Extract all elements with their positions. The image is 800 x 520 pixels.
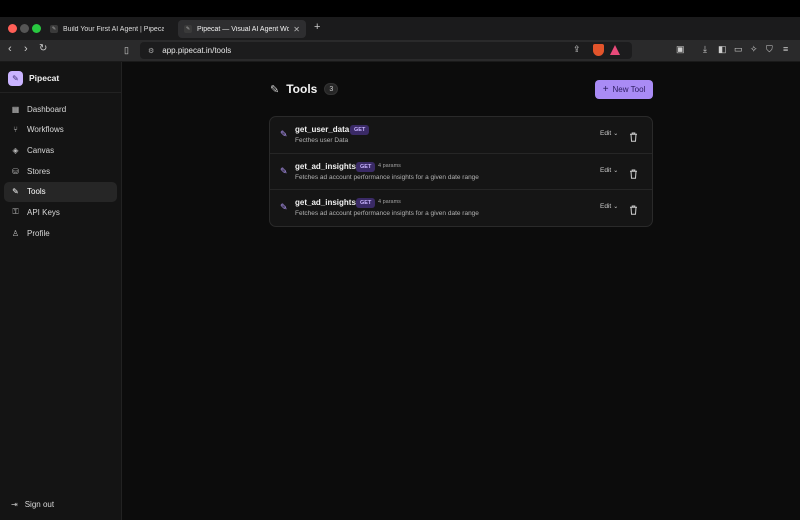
sidebar-item-label: Stores bbox=[27, 166, 51, 176]
brave-shields-icon[interactable] bbox=[593, 44, 604, 56]
method-badge: GET bbox=[356, 198, 376, 209]
new-tool-button[interactable]: + New Tool bbox=[595, 80, 653, 99]
tool-count-badge: 3 bbox=[324, 83, 339, 95]
delete-trash-icon[interactable] bbox=[629, 202, 638, 216]
tool-name: get_ad_insights bbox=[295, 198, 356, 208]
workflow-icon: ⑂ bbox=[13, 125, 18, 135]
wallet-icon[interactable]: ▭ bbox=[734, 44, 743, 55]
delete-trash-icon[interactable] bbox=[629, 129, 638, 142]
brand[interactable]: ✎ Pipecat bbox=[8, 70, 59, 86]
sidebar-item-profile[interactable]: ♙ Profile bbox=[4, 223, 117, 243]
sidebar-item-label: Profile bbox=[27, 228, 50, 238]
pipecat-favicon-icon: ✎ bbox=[184, 25, 192, 33]
divider bbox=[0, 92, 121, 93]
bookmark-icon[interactable]: ▯ bbox=[124, 45, 129, 56]
edit-label: Edit bbox=[600, 203, 612, 211]
sidebar-item-workflows[interactable]: ⑂ Workflows bbox=[4, 120, 117, 140]
page-title: Tools bbox=[286, 82, 318, 96]
title-bar bbox=[0, 0, 800, 17]
url-text: app.pipecat.in/tools bbox=[162, 46, 232, 55]
sidebar-nav: ▦ Dashboard ⑂ Workflows ◈ Canvas ⛁ Store… bbox=[4, 99, 117, 244]
sign-out-label: Sign out bbox=[24, 500, 55, 509]
edit-label: Edit bbox=[600, 130, 612, 137]
tool-row[interactable]: ✎ get_ad_insights GET 4 params Fetches a… bbox=[270, 154, 652, 191]
edit-button[interactable]: Edit ⌄ bbox=[600, 130, 618, 137]
minimize-window-button[interactable] bbox=[20, 24, 29, 33]
menu-icon[interactable]: ≡ bbox=[783, 44, 788, 54]
sidebar-item-label: Dashboard bbox=[27, 104, 67, 114]
browser-tab[interactable]: ✎ Build Your First AI Agent | Pipecat bbox=[44, 20, 170, 38]
chevron-down-icon: ⌄ bbox=[613, 204, 619, 211]
reader-mode-icon[interactable]: ▣ bbox=[676, 44, 685, 55]
wrench-icon: ✎ bbox=[280, 129, 288, 139]
downloads-icon[interactable]: ⤓ bbox=[703, 44, 707, 55]
database-icon: ⛁ bbox=[12, 166, 19, 176]
close-tab-icon[interactable]: ✕ bbox=[289, 25, 300, 34]
layers-icon: ◈ bbox=[12, 145, 19, 155]
close-window-button[interactable] bbox=[8, 24, 17, 33]
method-badge: GET bbox=[350, 125, 370, 135]
sign-out-button[interactable]: ⇥ Sign out bbox=[11, 500, 54, 509]
maximize-window-button[interactable] bbox=[32, 24, 41, 33]
sidebar: ✎ Pipecat ▦ Dashboard ⑂ Workflows ◈ Canv… bbox=[0, 62, 122, 520]
wrench-icon: ✎ bbox=[280, 165, 288, 176]
sidebar-item-label: Canvas bbox=[27, 145, 55, 155]
tool-name: get_user_data bbox=[295, 125, 350, 134]
method-badge: GET bbox=[356, 161, 376, 172]
leo-ai-icon[interactable]: ✧ bbox=[750, 44, 758, 55]
logout-icon: ⇥ bbox=[11, 500, 18, 509]
pipecat-favicon-icon: ✎ bbox=[50, 25, 58, 33]
sidebar-item-canvas[interactable]: ◈ Canvas bbox=[4, 140, 117, 160]
user-icon: ♙ bbox=[11, 228, 20, 238]
reload-icon[interactable]: ↻ bbox=[39, 43, 47, 54]
params-count: 4 params bbox=[378, 162, 401, 169]
browser-tab-strip: ✎ Build Your First AI Agent | Pipecat ✎ … bbox=[0, 0, 800, 40]
sidebar-item-label: Workflows bbox=[27, 125, 64, 135]
tool-name: get_ad_insights bbox=[295, 161, 356, 171]
edit-label: Edit bbox=[600, 166, 612, 174]
main-content: ✎ Tools 3 + New Tool ✎ get_user_data GET… bbox=[122, 62, 800, 520]
new-tab-plus-icon[interactable]: + bbox=[314, 21, 320, 33]
tool-description: Fetches ad account performance insights … bbox=[295, 210, 479, 218]
edit-button[interactable]: Edit ⌄ bbox=[600, 167, 618, 174]
sidebar-item-label: Tools bbox=[27, 187, 46, 197]
delete-trash-icon[interactable] bbox=[629, 166, 638, 179]
chevron-down-icon: ⌄ bbox=[613, 131, 619, 137]
share-icon[interactable]: ⇪ bbox=[573, 44, 581, 55]
wrench-icon: ✎ bbox=[280, 202, 288, 213]
back-arrow-icon[interactable]: ‹ bbox=[8, 43, 12, 55]
vpn-shield-icon[interactable]: ⛉ bbox=[766, 44, 773, 55]
sidebar-item-label: API Keys bbox=[27, 207, 60, 217]
forward-arrow-icon[interactable]: › bbox=[24, 43, 28, 55]
grid-icon: ▦ bbox=[11, 104, 20, 114]
tools-list: ✎ get_user_data GET Fecthes user Data Ed… bbox=[269, 116, 653, 227]
tool-row[interactable]: ✎ get_user_data GET Fecthes user Data Ed… bbox=[270, 117, 652, 154]
browser-tab-active[interactable]: ✎ Pipecat — Visual AI Agent Wo ✕ bbox=[178, 20, 306, 38]
edit-button[interactable]: Edit ⌄ bbox=[600, 203, 618, 210]
pipecat-logo-icon: ✎ bbox=[8, 70, 23, 86]
wrench-icon: ✎ bbox=[12, 187, 19, 197]
tab-title: Build Your First AI Agent | Pipecat bbox=[63, 25, 164, 33]
key-icon: ⚿ bbox=[12, 207, 19, 217]
tool-row[interactable]: ✎ get_ad_insights GET 4 params Fetches a… bbox=[270, 190, 652, 226]
sidebar-item-stores[interactable]: ⛁ Stores bbox=[4, 161, 117, 181]
brave-rewards-icon[interactable] bbox=[610, 45, 620, 55]
sidebar-item-tools[interactable]: ✎ Tools bbox=[4, 181, 117, 202]
tool-description: Fecthes user Data bbox=[295, 137, 349, 144]
chevron-down-icon: ⌄ bbox=[613, 167, 619, 174]
tool-description: Fetches ad account performance insights … bbox=[295, 173, 479, 181]
plus-icon: + bbox=[602, 84, 609, 95]
params-count: 4 params bbox=[378, 199, 401, 206]
address-bar[interactable]: ⚙ app.pipecat.in/tools bbox=[140, 42, 632, 59]
page-header: ✎ Tools 3 bbox=[270, 82, 339, 96]
brand-name: Pipecat bbox=[29, 73, 60, 83]
tab-title: Pipecat — Visual AI Agent Wo bbox=[197, 25, 290, 33]
sidebar-item-dashboard[interactable]: ▦ Dashboard bbox=[4, 99, 117, 119]
new-tool-label: New Tool bbox=[612, 85, 646, 94]
sidebar-item-api-keys[interactable]: ⚿ API Keys bbox=[4, 202, 117, 222]
sidebar-toggle-icon[interactable]: ◧ bbox=[718, 44, 727, 55]
site-settings-icon[interactable]: ⚙ bbox=[148, 47, 154, 55]
wrench-icon: ✎ bbox=[270, 83, 280, 96]
